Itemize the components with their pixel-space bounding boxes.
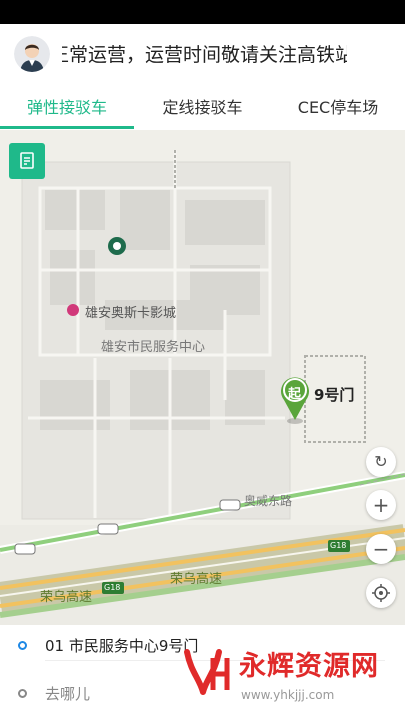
tab-fixed-route-shuttle[interactable]: 定线接驳车	[134, 86, 271, 130]
notice-text: 正常运营，运营时间敬请关注高铁站	[62, 44, 347, 66]
map-canvas	[0, 150, 405, 625]
avatar[interactable]	[14, 36, 50, 72]
refresh-icon: ↻	[374, 452, 388, 471]
origin-text: 01 市民服务中心9号门	[45, 637, 199, 655]
start-pin-label: 起	[288, 387, 302, 402]
gate-label: 9号门	[314, 386, 355, 404]
locate-button[interactable]	[366, 578, 396, 608]
notice-bar: 正常运营，运营时间敬请关注高铁站	[0, 24, 405, 86]
watermark: 永辉资源网 www.yhkjjj.com	[181, 638, 399, 716]
poi-center-label: 雄安市民服务中心	[101, 340, 206, 355]
map-view[interactable]: 雄安奥斯卡影城 雄安市民服务中心 奥威东路 荣乌高速 荣乌高速 G18 G18 …	[0, 130, 405, 625]
tab-flexible-shuttle[interactable]: 弹性接驳车	[0, 86, 134, 130]
status-bar	[0, 0, 405, 24]
watermark-url: www.yhkjjj.com	[241, 688, 335, 702]
poi-cinema-label: 雄安奥斯卡影城	[85, 306, 177, 321]
active-tab-indicator	[0, 126, 134, 129]
destination-input[interactable]: 去哪儿	[45, 683, 90, 705]
refresh-button[interactable]: ↻	[366, 447, 396, 477]
highway-label-right: 荣乌高速	[170, 572, 223, 587]
tab-cec-parking[interactable]: CEC停车场	[271, 86, 405, 130]
watermark-text: 永辉资源网	[239, 651, 379, 682]
highway-shield-left: G18	[104, 583, 121, 592]
destination-dot-icon	[18, 689, 27, 698]
zoom-out-button[interactable]: −	[366, 534, 396, 564]
document-icon	[20, 152, 34, 169]
road-east-label: 奥威东路	[244, 494, 293, 508]
watermark-logo-icon	[184, 649, 230, 695]
origin-dot-icon	[18, 641, 27, 650]
ride-record-button[interactable]	[9, 143, 45, 179]
highway-label-left: 荣乌高速	[40, 590, 93, 605]
zoom-in-button[interactable]: +	[366, 490, 396, 520]
tab-bar: 弹性接驳车 定线接驳车 CEC停车场	[0, 86, 405, 130]
locate-icon	[372, 584, 390, 602]
highway-shield-right: G18	[330, 541, 347, 550]
